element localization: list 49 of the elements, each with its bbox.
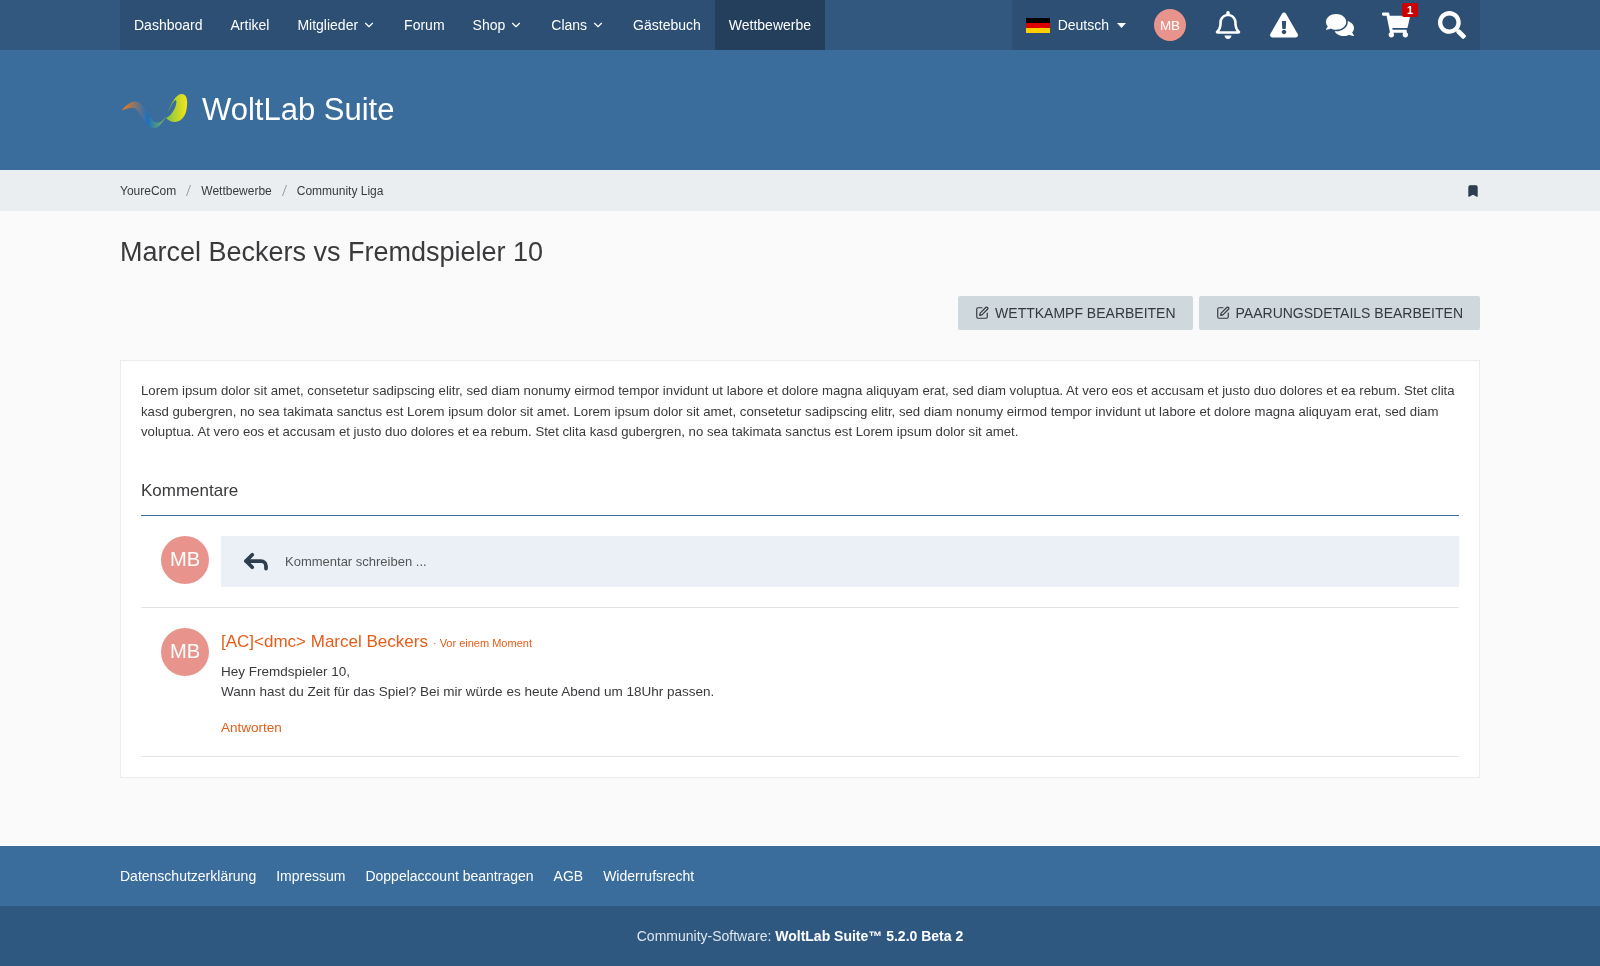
bell-button[interactable]: [1214, 11, 1242, 39]
search-button[interactable]: [1438, 11, 1466, 39]
nav-item[interactable]: Forum: [390, 0, 459, 50]
page-title: Marcel Beckers vs Fremdspieler 10: [120, 237, 545, 268]
warning-button[interactable]: [1270, 11, 1298, 39]
footer-link[interactable]: Doppelaccount beantragen: [365, 868, 534, 884]
nav-item[interactable]: Clans: [537, 0, 620, 50]
edit-button[interactable]: WETTKAMPF BEARBEITEN: [958, 296, 1193, 330]
copyright-text: Community-Software: WoltLab Suite™ 5.2.0 Beta 2: [636, 928, 964, 944]
user-avatar: MB: [161, 627, 209, 676]
bell-icon: [1214, 11, 1242, 39]
nav-item[interactable]: Shop: [458, 0, 538, 50]
caret-icon: [1117, 22, 1126, 28]
breadcrumb-link[interactable]: Wettbewerbe: [201, 183, 272, 198]
section-title: Kommentare: [141, 480, 1459, 516]
footer-link[interactable]: Widerrufsrecht: [603, 868, 695, 884]
comment-text: Hey Fremdspieler 10,: [221, 662, 352, 681]
comment-input[interactable]: Kommentar schreiben ...: [221, 535, 1459, 587]
nav-item[interactable]: Wettbewerbe: [714, 0, 825, 50]
edit-icon: [975, 306, 990, 320]
chat-button[interactable]: [1326, 11, 1354, 39]
comment-text: Wann hast du Zeit für das Spiel? Bei mir würde es heute Abend um 18Uhr passen.: [221, 682, 715, 701]
nav-item[interactable]: Dashboard: [120, 0, 217, 50]
language-selector[interactable]: Deutsch: [1025, 17, 1126, 33]
footer-link[interactable]: Datenschutzerklärung: [120, 868, 257, 884]
separator-icon: [281, 185, 287, 196]
cart-button[interactable]: 1: [1382, 3, 1418, 39]
warning-icon: [1270, 11, 1298, 39]
search-icon: [1438, 11, 1466, 39]
separator-icon: [186, 185, 192, 196]
edit-button[interactable]: PAARUNGSDETAILS BEARBEITEN: [1198, 296, 1480, 330]
breadcrumb-link[interactable]: Community Liga: [296, 183, 384, 198]
breadcrumb-link[interactable]: YoureCom: [120, 183, 177, 198]
site-logo-text: WoltLab Suite: [202, 92, 395, 128]
description-text: Lorem ipsum dolor sit amet, consetetur sadipscing elitr, sed diam nonumy eirmod tempor invidunt ut labore et dolore magna aliquyam erat, sed diam voluptua. At vero eos et accusam et justo duo dolores et ea rebum. Stet clita kasd gubergren, no sea takimata sanctus est Lorem ipsum dolor sit amet. Lorem ipsum dolor sit amet, consetetur sadipscing elitr, sed diam nonumy eirmod tempor invidunt ut labore et dolore magna aliquyam erat, sed diam voluptua. At vero eos et accusam et justo duo dolores et ea rebum. Stet clita kasd gubergren, no sea takimata sanctus est Lorem ipsum dolor sit amet.: [141, 382, 1456, 441]
user-avatar: MB: [161, 535, 209, 584]
nav-item[interactable]: Gästebuch: [619, 0, 715, 50]
flag-icon: [1025, 17, 1050, 33]
reply-link[interactable]: Antworten: [221, 719, 282, 735]
bookmark-icon[interactable]: [1466, 183, 1480, 198]
edit-icon: [1215, 306, 1230, 320]
nav-item[interactable]: Artikel: [216, 0, 284, 50]
footer-link[interactable]: AGB: [553, 868, 584, 884]
count-badge: 1: [1401, 3, 1418, 17]
comment-time: · Vor einem Moment: [432, 636, 532, 649]
nav-item[interactable]: Mitglieder: [283, 0, 391, 50]
author-link[interactable]: [AC]<dmc> Marcel Beckers: [221, 631, 428, 652]
chat-icon: [1326, 11, 1354, 39]
footer-link[interactable]: Impressum: [276, 868, 346, 884]
